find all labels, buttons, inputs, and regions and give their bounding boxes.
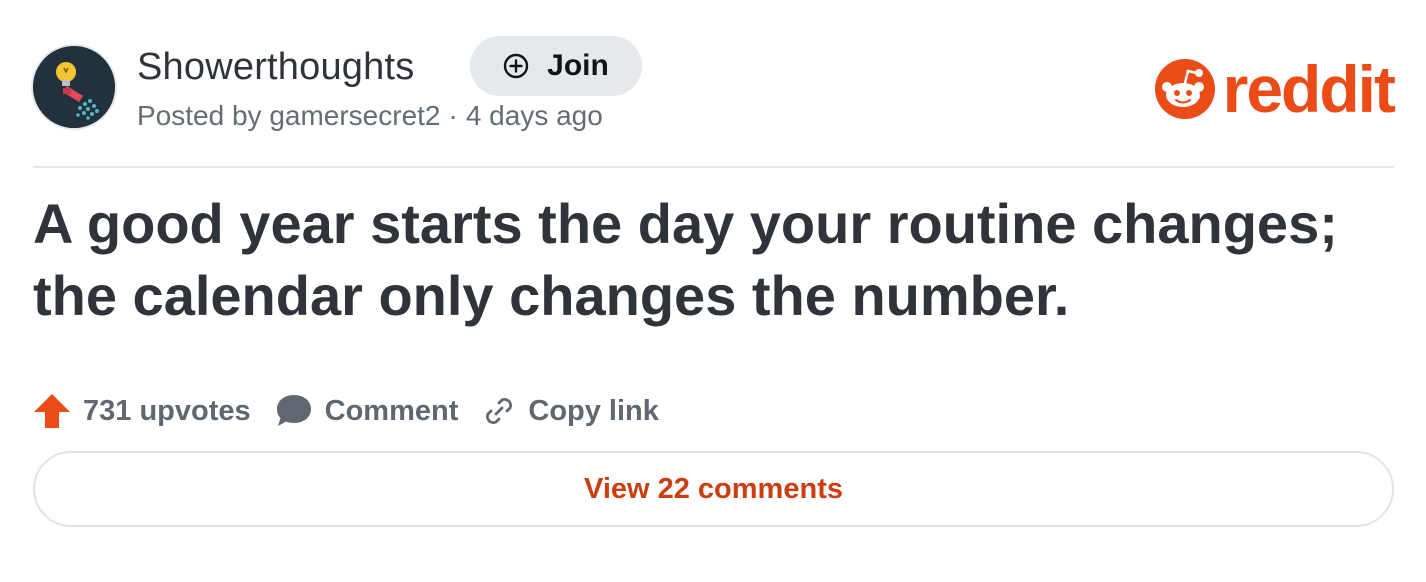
copy-link-label: Copy link	[528, 394, 659, 427]
join-label: Join	[547, 49, 609, 82]
join-button[interactable]: Join	[470, 36, 642, 96]
view-comments-label: View 22 comments	[584, 472, 843, 505]
reddit-logo[interactable]: reddit	[1153, 52, 1396, 126]
plus-circle-icon	[503, 53, 529, 79]
upvote-arrow-icon	[34, 394, 70, 428]
post-age: 4 days ago	[465, 100, 603, 131]
header-divider	[33, 166, 1394, 168]
reddit-wordmark: reddit	[1222, 52, 1396, 126]
view-comments-button[interactable]: View 22 comments	[33, 451, 1394, 527]
copy-link-button[interactable]: Copy link	[482, 394, 659, 428]
upvote-count: 731 upvotes	[83, 394, 251, 427]
comment-bubble-icon	[276, 395, 311, 426]
comment-label: Comment	[324, 394, 459, 427]
reddit-snoo-icon	[1154, 59, 1215, 119]
post-actions: 731 upvotes Comment Copy link	[33, 386, 683, 436]
post-title[interactable]: A good year starts the day your routine …	[33, 188, 1403, 332]
subreddit-avatar[interactable]	[33, 46, 115, 128]
posted-by-prefix: Posted by	[137, 100, 262, 131]
subreddit-name[interactable]: Showerthoughts	[137, 46, 414, 89]
meta-separator: ·	[448, 100, 458, 131]
author-link[interactable]: gamersecret2	[269, 100, 440, 131]
upvote-button[interactable]: 731 upvotes	[33, 393, 251, 429]
post-meta: Posted by gamersecret2 · 4 days ago	[137, 100, 603, 132]
lightbulb-shower-icon	[33, 46, 115, 128]
comment-button[interactable]: Comment	[275, 393, 459, 429]
post-header: Showerthoughts Join Posted by gamersecre…	[33, 36, 1396, 136]
link-chain-icon	[486, 398, 513, 424]
